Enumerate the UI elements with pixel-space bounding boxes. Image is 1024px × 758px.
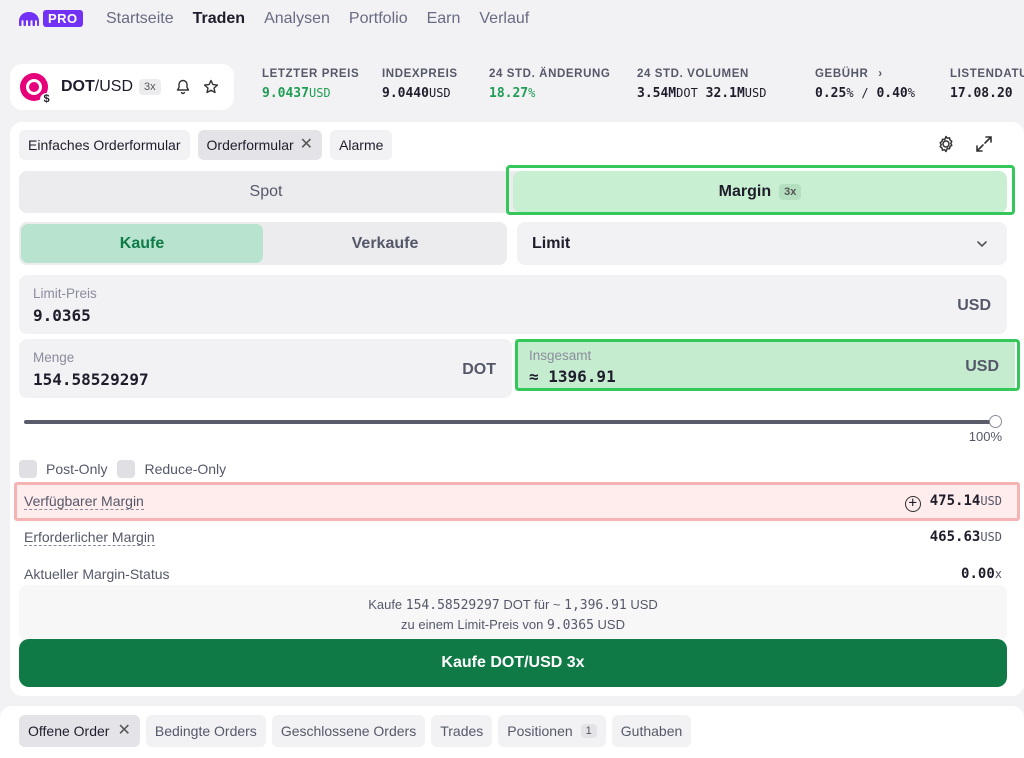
orders-panel: Offene Order ✕ Bedingte Orders Geschlosse… [0, 706, 1024, 758]
orders-tabs: Offene Order ✕ Bedingte Orders Geschlosse… [19, 715, 692, 747]
reduce-only-checkbox[interactable]: Reduce-Only [117, 460, 226, 478]
pair-name: DOT/USD [61, 78, 134, 95]
nav-traden[interactable]: Traden [193, 10, 245, 28]
expand-icon[interactable] [974, 134, 994, 154]
tab-balances[interactable]: Guthaben [611, 715, 692, 747]
spot-button[interactable]: Spot [19, 171, 513, 213]
order-form-panel: Einfaches Orderformular Orderformular ✕ A… [10, 122, 1024, 696]
post-only-checkbox[interactable]: Post-Only [19, 460, 107, 478]
tab-order-form[interactable]: Orderformular ✕ [197, 130, 323, 160]
tab-simple-order-form[interactable]: Einfaches Orderformular [19, 130, 190, 160]
stat-last-price: LETZTER PREIS 9.0437USD [262, 68, 360, 101]
required-margin-label[interactable]: Erforderlicher Margin [24, 529, 155, 546]
main-nav: Startseite Traden Analysen Portfolio Ear… [106, 10, 529, 28]
limit-price-field[interactable]: Limit-Preis 9.0365 USD [19, 275, 1007, 334]
sell-side-button[interactable]: Verkaufe [263, 222, 507, 265]
tab-open-orders[interactable]: Offene Order ✕ [19, 715, 140, 747]
polkadot-icon: $ [20, 73, 53, 106]
available-margin-label[interactable]: Verfügbarer Margin [24, 493, 144, 510]
margin-status-row: Aktueller Margin-Status 0.00x [24, 566, 1002, 582]
nav-earn[interactable]: Earn [427, 10, 461, 28]
limit-price-value[interactable]: 9.0365 [33, 306, 91, 325]
tab-closed-orders[interactable]: Geschlossene Orders [271, 715, 426, 747]
bell-icon[interactable] [175, 79, 191, 95]
available-margin-row: Verfügbarer Margin +475.14USD [24, 493, 1002, 512]
order-form-tabs: Einfaches Orderformular Orderformular ✕ A… [19, 130, 393, 160]
chevron-down-icon [977, 241, 987, 248]
pair-selector[interactable]: $ DOT/USD 3x [10, 64, 234, 110]
slider-percent: 100% [968, 429, 1002, 444]
side-toggle: Kaufe Verkaufe [19, 222, 507, 265]
submit-buy-button[interactable]: Kaufe DOT/USD 3x [19, 639, 1007, 687]
order-type-select[interactable]: Limit [517, 222, 1007, 265]
add-circle-icon[interactable]: + [904, 496, 921, 512]
tab-conditional-orders[interactable]: Bedingte Orders [145, 715, 266, 747]
margin-status-label: Aktueller Margin-Status [24, 566, 170, 582]
stat-24h-change: 24 STD. ÄNDERUNG 18.27% [489, 68, 611, 101]
stat-index-price: INDEXPREIS 9.0440USD [382, 68, 458, 101]
leverage-badge: 3x [139, 79, 161, 95]
kraken-pro-logo[interactable]: PRO [18, 10, 83, 27]
buy-side-button[interactable]: Kaufe [21, 224, 263, 263]
nav-analysen[interactable]: Analysen [264, 10, 330, 28]
nav-startseite[interactable]: Startseite [106, 10, 174, 28]
close-icon[interactable]: ✕ [300, 137, 313, 153]
amount-slider[interactable] [24, 420, 998, 424]
quantity-field[interactable]: Menge 154.58529297 DOT [19, 339, 512, 398]
close-icon[interactable]: ✕ [117, 723, 130, 739]
positions-count-badge: 1 [580, 724, 597, 738]
top-navigation: PRO Startseite Traden Analysen Portfolio… [0, 0, 1024, 42]
total-highlight [515, 339, 1020, 391]
order-summary: Kaufe 154.58529297 DOT für ~ 1,396.91 US… [19, 585, 1007, 641]
tab-alerts[interactable]: Alarme [330, 130, 393, 160]
nav-portfolio[interactable]: Portfolio [349, 10, 408, 28]
margin-highlight [506, 165, 1015, 215]
required-margin-row: Erforderlicher Margin 465.63USD [24, 529, 1002, 546]
tab-trades[interactable]: Trades [431, 715, 493, 747]
slider-handle[interactable] [989, 415, 1002, 428]
stat-24h-volume: 24 STD. VOLUMEN 3.54MDOT 32.1MUSD [637, 68, 767, 101]
tab-positions[interactable]: Positionen 1 [498, 715, 606, 747]
pro-label: PRO [43, 10, 83, 27]
kraken-logo-icon [19, 11, 39, 26]
nav-verlauf[interactable]: Verlauf [479, 10, 529, 28]
usd-icon: $ [40, 93, 53, 106]
stat-fee[interactable]: GEBÜHR › 0.25% / 0.40% [815, 68, 915, 101]
chevron-right-icon: › [878, 68, 883, 80]
gear-icon[interactable] [936, 134, 956, 154]
stat-listing-date: LISTENDATUM 17.08.20 [950, 68, 1024, 101]
order-options: Post-Only Reduce-Only [19, 460, 226, 478]
quantity-value[interactable]: 154.58529297 [33, 370, 149, 389]
star-icon[interactable] [203, 79, 219, 95]
